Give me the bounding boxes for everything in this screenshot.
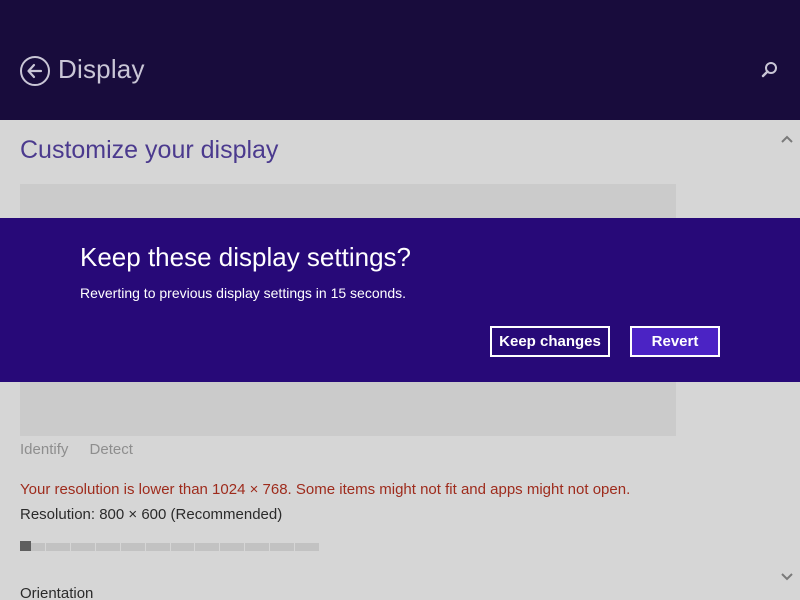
search-button[interactable] <box>760 60 780 80</box>
revert-button[interactable]: Revert <box>630 326 720 357</box>
slider-step-separator <box>219 543 220 551</box>
chevron-up-icon[interactable] <box>780 134 794 144</box>
slider-thumb[interactable] <box>20 541 31 551</box>
slider-step-separator <box>145 543 146 551</box>
resolution-slider[interactable] <box>20 541 319 551</box>
orientation-label: Orientation <box>20 585 94 600</box>
display-links: Identify Detect <box>20 441 150 458</box>
slider-step-separator <box>95 543 96 551</box>
search-icon <box>761 62 777 78</box>
slider-step-separator <box>294 543 295 551</box>
dialog-title: Keep these display settings? <box>80 242 411 272</box>
keep-settings-dialog: Keep these display settings? Reverting t… <box>0 218 800 382</box>
dialog-message: Reverting to previous display settings i… <box>80 285 407 301</box>
app-header: Display <box>0 0 800 120</box>
page-header-title: Display <box>58 54 145 84</box>
identify-link[interactable]: Identify <box>20 441 68 458</box>
slider-step-separator <box>269 543 270 551</box>
keep-changes-button[interactable]: Keep changes <box>490 326 610 357</box>
slider-step-separator <box>244 543 245 551</box>
slider-step-separator <box>45 543 46 551</box>
slider-step-separator <box>120 543 121 551</box>
slider-step-separator <box>170 543 171 551</box>
resolution-label: Resolution: 800 × 600 (Recommended) <box>20 506 283 523</box>
slider-step-separator <box>70 543 71 551</box>
page-title: Customize your display <box>20 136 279 164</box>
back-arrow-icon <box>27 63 43 79</box>
back-button[interactable] <box>20 56 50 86</box>
slider-step-separator <box>194 543 195 551</box>
detect-link[interactable]: Detect <box>90 441 133 458</box>
chevron-down-icon[interactable] <box>780 572 794 582</box>
resolution-warning: Your resolution is lower than 1024 × 768… <box>20 481 631 498</box>
